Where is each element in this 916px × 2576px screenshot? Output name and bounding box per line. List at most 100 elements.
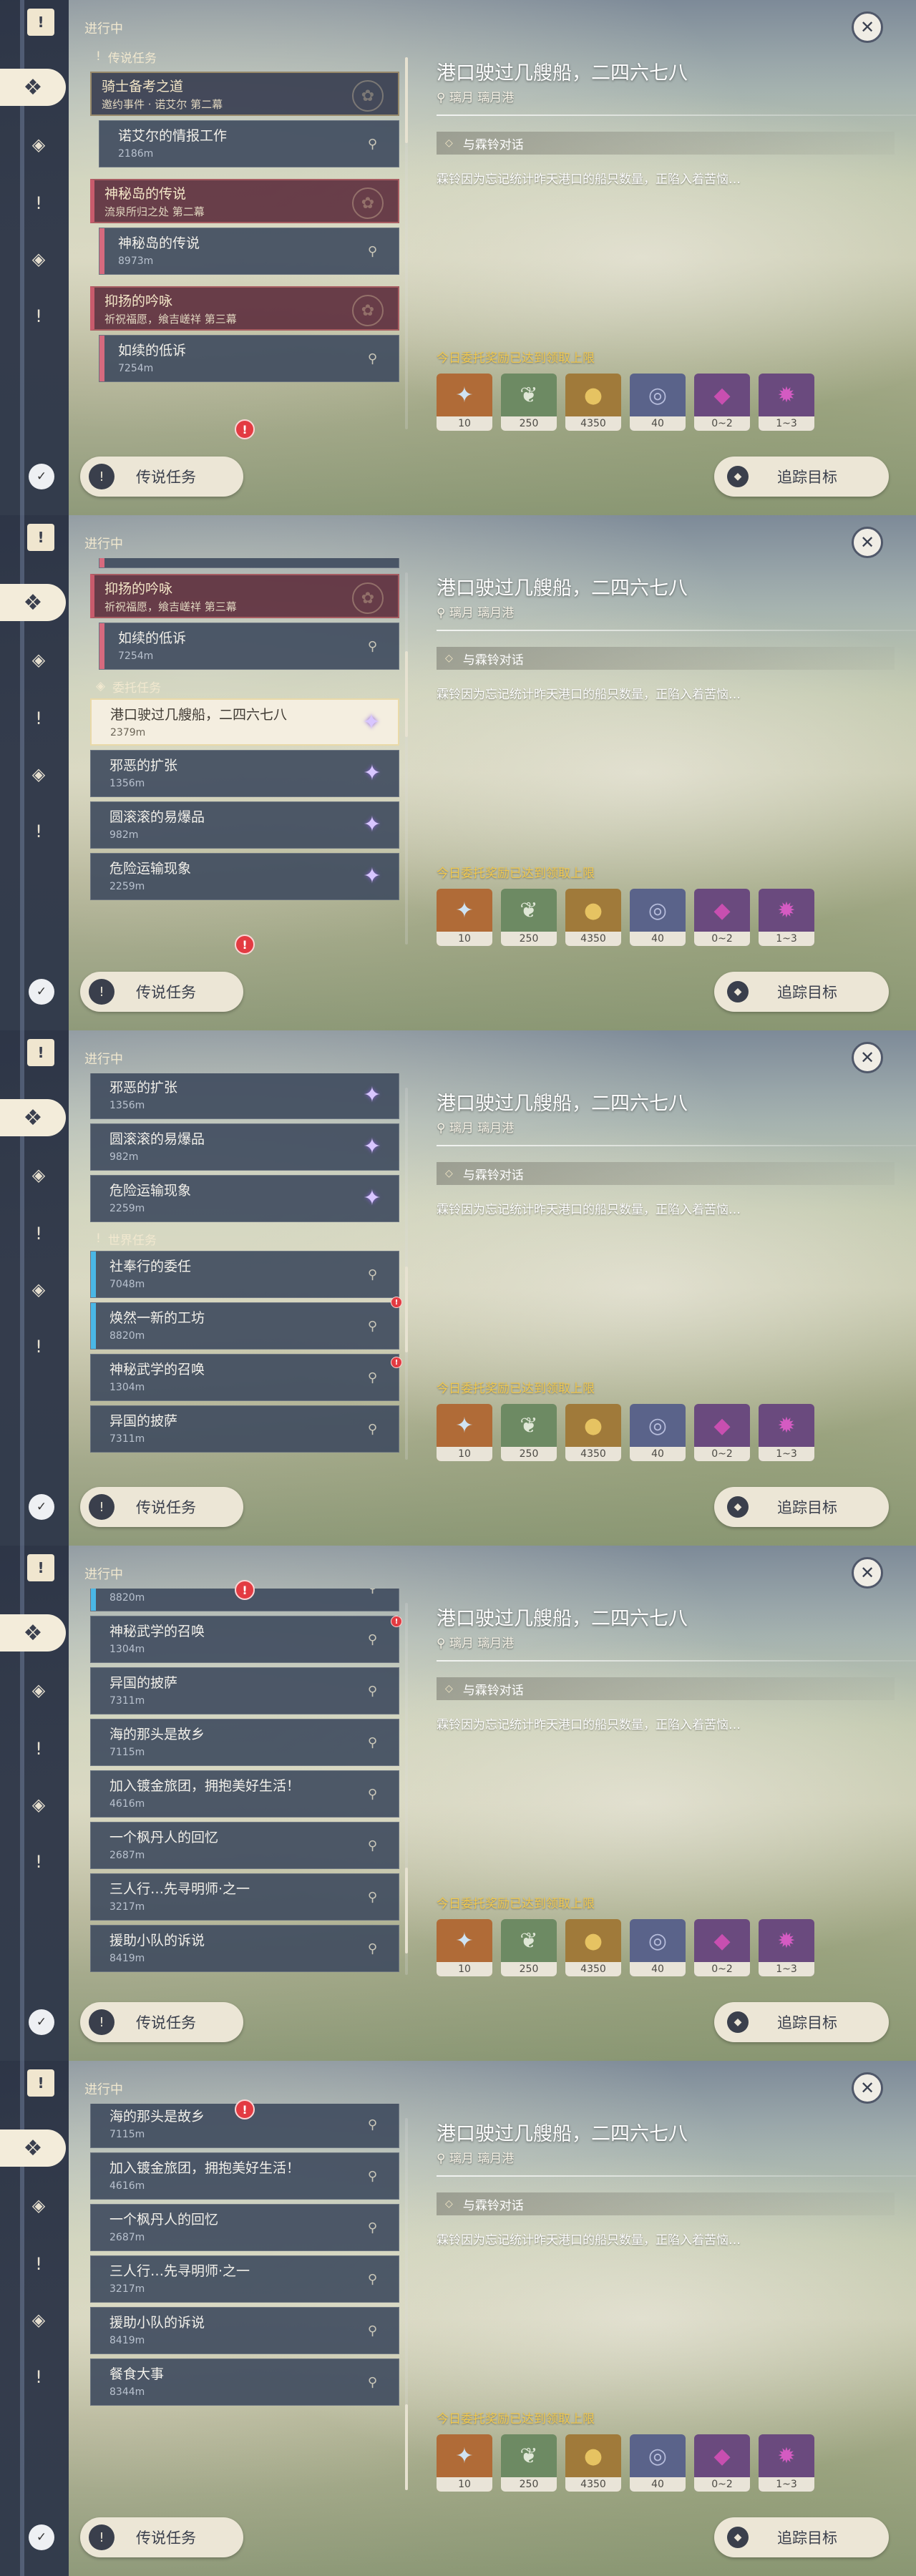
quest-list[interactable]: 海的那头是故乡 7115m ⚲ 加入镀金旅团，拥抱美好生活！ 4616m ⚲ 一… (84, 2104, 399, 2492)
world-quest-icon[interactable]: ! (23, 301, 54, 332)
quest-navigation-icon[interactable]: ✓ (29, 979, 54, 1005)
legend-quest-icon[interactable]: ! (23, 703, 54, 734)
legend-quest-icon[interactable]: ! (23, 1733, 54, 1765)
world-quest-icon[interactable]: ! (23, 816, 54, 847)
track-target-button[interactable]: ◆ 追踪目标 (714, 1487, 889, 1527)
quest-item[interactable]: 神秘岛的传说 8973m ⚲ (99, 228, 399, 275)
quest-list[interactable]: 邪恶的扩张 1356m ✦ 圆滚滚的易爆品 982m ✦ 危险运输现象 2259… (84, 1073, 399, 1461)
wanderers-advice-icon[interactable]: ◎ 40 (630, 374, 686, 431)
mystic-gem-crystal-icon[interactable]: ✹ 1~3 (759, 2434, 814, 2492)
quest-item-selected[interactable]: 港口驶过几艘船，二四六七八 2379m ✦ (90, 698, 399, 746)
mora-icon[interactable]: ● 4350 (565, 1919, 621, 1976)
all-quests-icon[interactable]: ❖ (0, 2129, 66, 2167)
mystic-gem-crystal-icon[interactable]: ✹ 1~3 (759, 889, 814, 946)
quest-item[interactable]: 一个枫丹人的回忆 2687m ⚲ (90, 1822, 399, 1869)
quest-list[interactable]: 焕然一新的工坊 8820m ⚲ 神秘武学的召唤 1304m ⚲ 异国的披萨 73… (84, 1589, 399, 1976)
quest-item[interactable]: 神秘岛的传说 8973m ⚲ (99, 558, 399, 568)
quest-navigation-icon[interactable]: ✓ (29, 2524, 54, 2550)
quest-item[interactable]: 加入镀金旅团，拥抱美好生活！ 4616m ⚲ (90, 1770, 399, 1818)
track-target-button[interactable]: ◆ 追踪目标 (714, 457, 889, 497)
scrollbar-thumb[interactable] (405, 1267, 408, 1352)
mystic-gem-fragment-icon[interactable]: ◆ 0~2 (694, 889, 750, 946)
commission-icon[interactable]: ◈ (23, 1274, 54, 1305)
scrollbar-thumb[interactable] (405, 1868, 408, 1953)
close-button[interactable]: ✕ (852, 1042, 883, 1073)
commission-icon[interactable]: ◈ (23, 1789, 54, 1820)
legend-quest-icon[interactable]: ! (23, 2248, 54, 2280)
all-quests-icon[interactable]: ❖ (0, 1099, 66, 1136)
track-target-button[interactable]: ◆ 追踪目标 (714, 972, 889, 1012)
quest-item[interactable]: 三人行…先寻明师·之一 3217m ⚲ (90, 1873, 399, 1921)
quest-item[interactable]: 邪恶的扩张 1356m ✦ (90, 750, 399, 797)
archon-quest-icon[interactable]: ◈ (23, 1159, 54, 1191)
scrollbar-thumb[interactable] (405, 2404, 408, 2490)
companionship-exp-icon[interactable]: ❦ 250 (501, 2434, 557, 2492)
legend-quest-icon[interactable]: ! (23, 187, 54, 219)
quest-item[interactable]: 加入镀金旅团，拥抱美好生活！ 4616m ⚲ (90, 2152, 399, 2200)
quest-item[interactable]: 神秘武学的召唤 1304m ⚲ (90, 1616, 399, 1663)
adventure-exp-icon[interactable]: ✦ 10 (437, 374, 492, 431)
close-button[interactable]: ✕ (852, 1557, 883, 1589)
quest-item[interactable]: 社奉行的委任 7048m ⚲ (90, 1251, 399, 1298)
adventure-exp-icon[interactable]: ✦ 10 (437, 889, 492, 946)
quest-item[interactable]: 危险运输现象 2259m ✦ (90, 853, 399, 900)
quest-navigation-icon[interactable]: ✓ (29, 1494, 54, 1520)
legend-quest-filter-button[interactable]: ! 传说任务 (80, 2002, 243, 2042)
all-quests-icon[interactable]: ❖ (0, 69, 66, 106)
world-quest-icon[interactable]: ! (23, 2361, 54, 2393)
world-quest-icon[interactable]: ! (23, 1846, 54, 1878)
world-quest-icon[interactable]: ! (23, 1331, 54, 1362)
quest-item[interactable]: 邪恶的扩张 1356m ✦ (90, 1073, 399, 1119)
quest-item[interactable]: 如续的低诉 7254m ⚲ (99, 335, 399, 382)
commission-icon[interactable]: ◈ (23, 243, 54, 275)
mora-icon[interactable]: ● 4350 (565, 1404, 621, 1461)
quest-navigation-icon[interactable]: ✓ (29, 464, 54, 489)
quest-item[interactable]: 一个枫丹人的回忆 2687m ⚲ (90, 2204, 399, 2251)
scrollbar-thumb[interactable] (405, 57, 408, 143)
commission-icon[interactable]: ◈ (23, 758, 54, 790)
quest-navigation-icon[interactable]: ✓ (29, 2009, 54, 2035)
track-target-button[interactable]: ◆ 追踪目标 (714, 2517, 889, 2557)
quest-group[interactable]: 神秘岛的传说 流泉所归之处 第二幕 ✿ (90, 179, 399, 223)
mystic-gem-fragment-icon[interactable]: ◆ 0~2 (694, 374, 750, 431)
commission-icon[interactable]: ◈ (23, 2304, 54, 2336)
close-button[interactable]: ✕ (852, 527, 883, 558)
legend-quest-filter-button[interactable]: ! 传说任务 (80, 2517, 243, 2557)
wanderers-advice-icon[interactable]: ◎ 40 (630, 2434, 686, 2492)
archon-quest-icon[interactable]: ◈ (23, 2190, 54, 2221)
quest-list[interactable]: 神秘岛的传说 8973m ⚲ 抑扬的吟咏 祈祝福愿，飨吉嵯祥 第三幕 ✿ 如续的… (84, 558, 399, 946)
legend-quest-filter-button[interactable]: ! 传说任务 (80, 457, 243, 497)
mora-icon[interactable]: ● 4350 (565, 889, 621, 946)
adventure-exp-icon[interactable]: ✦ 10 (437, 1404, 492, 1461)
wanderers-advice-icon[interactable]: ◎ 40 (630, 1404, 686, 1461)
mystic-gem-crystal-icon[interactable]: ✹ 1~3 (759, 1919, 814, 1976)
adventure-exp-icon[interactable]: ✦ 10 (437, 2434, 492, 2492)
close-button[interactable]: ✕ (852, 11, 883, 43)
quest-list[interactable]: ! 传说任务 骑士备考之道 邀约事件 · 诺艾尔 第二幕 ✿ 诺艾尔的情报工作 2… (84, 43, 399, 431)
archon-quest-icon[interactable]: ◈ (23, 129, 54, 160)
companionship-exp-icon[interactable]: ❦ 250 (501, 1404, 557, 1461)
quest-item[interactable]: 异国的披萨 7311m ⚲ (90, 1667, 399, 1714)
legend-quest-filter-button[interactable]: ! 传说任务 (80, 1487, 243, 1527)
companionship-exp-icon[interactable]: ❦ 250 (501, 374, 557, 431)
mystic-gem-fragment-icon[interactable]: ◆ 0~2 (694, 1919, 750, 1976)
quest-group[interactable]: 抑扬的吟咏 祈祝福愿，飨吉嵯祥 第三幕 ✿ (90, 574, 399, 618)
legend-quest-filter-button[interactable]: ! 传说任务 (80, 972, 243, 1012)
archon-quest-icon[interactable]: ◈ (23, 644, 54, 675)
quest-item[interactable]: 圆滚滚的易爆品 982m ✦ (90, 801, 399, 849)
close-button[interactable]: ✕ (852, 2072, 883, 2104)
companionship-exp-icon[interactable]: ❦ 250 (501, 1919, 557, 1976)
quest-group[interactable]: 抑扬的吟咏 祈祝福愿，飨吉嵯祥 第三幕 ✿ (90, 286, 399, 331)
wanderers-advice-icon[interactable]: ◎ 40 (630, 889, 686, 946)
scrollbar-track[interactable] (405, 572, 408, 945)
scrollbar-thumb[interactable] (405, 651, 408, 737)
mystic-gem-fragment-icon[interactable]: ◆ 0~2 (694, 2434, 750, 2492)
quest-item[interactable]: 援助小队的诉说 8419m ⚲ (90, 2307, 399, 2354)
legend-quest-icon[interactable]: ! (23, 1218, 54, 1249)
quest-item[interactable]: 三人行…先寻明师·之一 3217m ⚲ (90, 2255, 399, 2303)
companionship-exp-icon[interactable]: ❦ 250 (501, 889, 557, 946)
quest-group[interactable]: 骑士备考之道 邀约事件 · 诺艾尔 第二幕 ✿ (90, 72, 399, 116)
mystic-gem-fragment-icon[interactable]: ◆ 0~2 (694, 1404, 750, 1461)
quest-item[interactable]: 圆滚滚的易爆品 982m ✦ (90, 1123, 399, 1171)
quest-item[interactable]: 海的那头是故乡 7115m ⚲ (90, 1719, 399, 1766)
